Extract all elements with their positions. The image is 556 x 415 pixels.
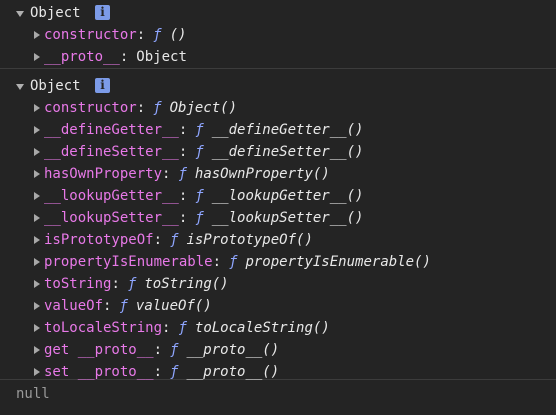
function-marker: ƒ: [178, 166, 187, 182]
property-row[interactable]: toString: ƒ toString(): [0, 273, 556, 295]
property-key: set __proto__: [44, 364, 154, 380]
property-key: __proto__: [44, 49, 120, 65]
property-value: toLocaleString(): [194, 320, 330, 336]
triangle-right-icon[interactable]: [34, 148, 40, 156]
property-value: __proto__(): [186, 342, 280, 358]
property-key: constructor: [44, 100, 137, 116]
triangle-right-icon[interactable]: [34, 192, 40, 200]
property-key: valueOf: [44, 298, 104, 314]
property-row[interactable]: propertyIsEnumerable: ƒ propertyIsEnumerab…: [0, 251, 556, 273]
function-marker: ƒ: [195, 122, 204, 138]
function-marker: ƒ: [178, 320, 187, 336]
triangle-right-icon[interactable]: [34, 280, 40, 288]
property-value: Object(): [169, 100, 238, 116]
triangle-right-icon[interactable]: [34, 214, 40, 222]
function-marker: ƒ: [195, 188, 204, 204]
property-row[interactable]: toLocaleString: ƒ toLocaleString(): [0, 317, 556, 339]
property-value: __lookupGetter__(): [211, 188, 364, 204]
function-marker: ƒ: [153, 100, 162, 116]
property-row[interactable]: isPrototypeOf: ƒ isPrototypeOf(): [0, 229, 556, 251]
property-value: Object: [136, 49, 187, 65]
function-marker: ƒ: [119, 298, 128, 314]
property-row[interactable]: __defineGetter__: ƒ __defineGetter__(): [0, 119, 556, 141]
property-row[interactable]: __proto__: Object: [0, 46, 556, 68]
triangle-down-icon[interactable]: [16, 84, 24, 90]
triangle-down-icon[interactable]: [16, 11, 24, 17]
triangle-right-icon[interactable]: [34, 104, 40, 112]
info-icon[interactable]: i: [95, 78, 111, 93]
property-key: toLocaleString: [44, 320, 163, 336]
property-key: __lookupSetter__: [44, 210, 179, 226]
property-value: __lookupSetter__(): [211, 210, 364, 226]
triangle-right-icon[interactable]: [34, 126, 40, 134]
property-row[interactable]: __lookupGetter__: ƒ __lookupGetter__(): [0, 185, 556, 207]
property-key: constructor: [44, 27, 137, 43]
property-key: isPrototypeOf: [44, 232, 154, 248]
triangle-right-icon[interactable]: [34, 368, 40, 376]
info-icon[interactable]: i: [95, 5, 111, 20]
console-entry-2: Object i constructor: ƒ Object() __defineG…: [0, 75, 556, 380]
object-header[interactable]: Object i: [0, 2, 556, 24]
triangle-right-icon[interactable]: [34, 346, 40, 354]
property-row[interactable]: valueOf: ƒ valueOf(): [0, 295, 556, 317]
property-value: (): [169, 27, 187, 43]
property-row[interactable]: hasOwnProperty: ƒ hasOwnProperty(): [0, 163, 556, 185]
function-marker: ƒ: [153, 27, 162, 43]
property-key: __lookupGetter__: [44, 188, 179, 204]
object-header[interactable]: Object i: [0, 75, 556, 97]
property-row[interactable]: constructor: ƒ Object(): [0, 97, 556, 119]
property-key: get __proto__: [44, 342, 154, 358]
property-key: __defineGetter__: [44, 122, 179, 138]
console-entry-1: Object i constructor: ƒ() __proto__: Objec…: [0, 2, 556, 69]
function-marker: ƒ: [195, 210, 204, 226]
function-marker: ƒ: [170, 232, 179, 248]
triangle-right-icon[interactable]: [34, 170, 40, 178]
triangle-right-icon[interactable]: [34, 236, 40, 244]
property-value: hasOwnProperty(): [194, 166, 330, 182]
triangle-right-icon[interactable]: [34, 31, 40, 39]
property-row[interactable]: set __proto__: ƒ __proto__(): [0, 361, 556, 383]
property-value: toString(): [144, 276, 229, 292]
object-label: Object: [30, 78, 81, 94]
triangle-right-icon[interactable]: [34, 302, 40, 310]
function-marker: ƒ: [170, 364, 179, 380]
property-row[interactable]: __lookupSetter__: ƒ __lookupSetter__(): [0, 207, 556, 229]
property-row[interactable]: constructor: ƒ(): [0, 24, 556, 46]
property-row[interactable]: __defineSetter__: ƒ __defineSetter__(): [0, 141, 556, 163]
property-key: toString: [44, 276, 112, 292]
console-result: null: [16, 386, 50, 402]
property-value: isPrototypeOf(): [186, 232, 313, 248]
triangle-right-icon[interactable]: [34, 258, 40, 266]
function-marker: ƒ: [229, 254, 238, 270]
property-value: propertyIsEnumerable(): [245, 254, 431, 270]
object-label: Object: [30, 5, 81, 21]
property-key: hasOwnProperty: [44, 166, 163, 182]
property-key: propertyIsEnumerable: [44, 254, 213, 270]
property-value: __defineSetter__(): [211, 144, 364, 160]
property-row[interactable]: get __proto__: ƒ __proto__(): [0, 339, 556, 361]
property-value: __defineGetter__(): [211, 122, 364, 138]
function-marker: ƒ: [195, 144, 204, 160]
property-value: __proto__(): [186, 364, 280, 380]
property-key: __defineSetter__: [44, 144, 179, 160]
function-marker: ƒ: [170, 342, 179, 358]
property-value: valueOf(): [135, 298, 212, 314]
function-marker: ƒ: [127, 276, 137, 292]
triangle-right-icon[interactable]: [34, 324, 40, 332]
triangle-right-icon[interactable]: [34, 53, 40, 61]
